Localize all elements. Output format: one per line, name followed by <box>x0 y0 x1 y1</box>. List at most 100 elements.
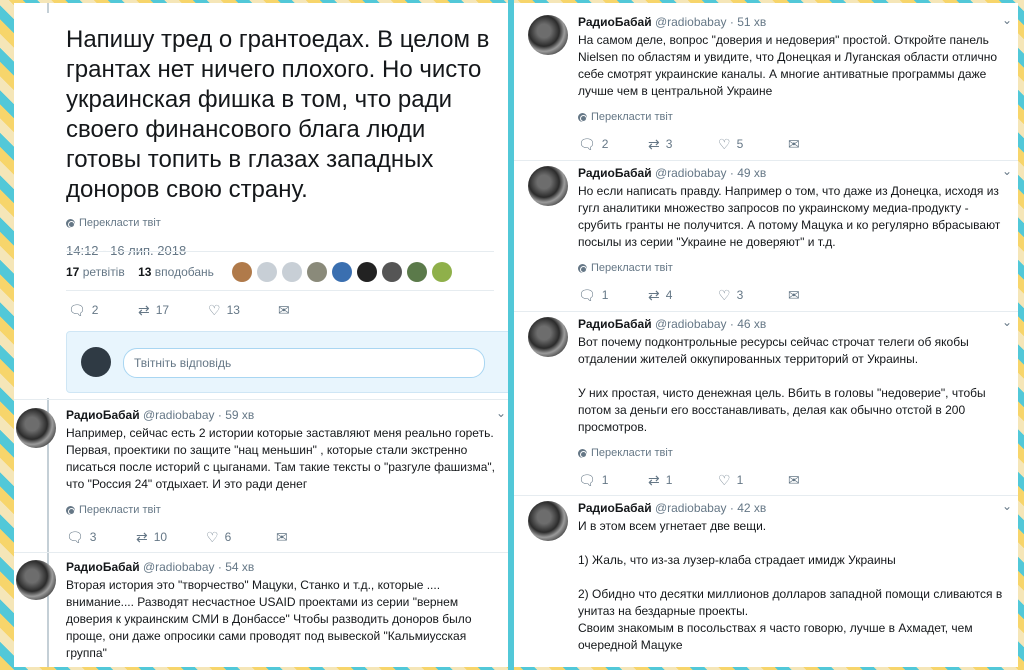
reply-button[interactable]: 🗨 3 <box>66 530 136 544</box>
translate-label: Перекласти твіт <box>79 217 161 229</box>
tweet-text: На самом деле, вопрос "доверия и недовер… <box>578 32 997 100</box>
tweet-line: доверия к украинским СМИ в Донбассе" Что… <box>66 612 472 626</box>
liker-avatar[interactable] <box>281 262 302 282</box>
author-name[interactable]: РадиоБабай <box>66 560 140 574</box>
retweet-count: 17 <box>155 303 170 317</box>
retweets-label[interactable]: ретвітів <box>83 265 125 279</box>
heart-icon: ♡ <box>206 529 219 545</box>
globe-icon <box>578 448 587 458</box>
reply-input[interactable]: Твітніть відповідь <box>123 348 485 378</box>
dm-button[interactable]: ✉ <box>788 288 858 302</box>
like-count: 1 <box>736 473 744 487</box>
dm-button[interactable]: ✉ <box>788 137 858 151</box>
reply-count: 1 <box>601 473 609 487</box>
tweet-line: отдалении жителей оккупированных террито… <box>578 352 919 366</box>
likes-count[interactable]: 13 <box>138 265 151 279</box>
chevron-down-icon[interactable]: ⌄ <box>1002 164 1012 178</box>
tweet-time[interactable]: · 46 хв <box>730 317 766 331</box>
retweet-button[interactable]: ⇄ 4 <box>648 288 718 302</box>
translate-link[interactable]: Перекласти твіт <box>66 217 496 229</box>
translate-link[interactable]: Перекласти твіт <box>578 111 673 123</box>
tweet-header: РадиоБабай @radiobabay · 46 хв <box>578 317 766 331</box>
avatar[interactable] <box>528 166 568 206</box>
like-count: 3 <box>736 288 744 302</box>
author-name[interactable]: РадиоБабай <box>578 15 652 29</box>
retweet-button[interactable]: ⇄ 10 <box>136 530 206 544</box>
like-button[interactable]: ♡ 3 <box>718 288 788 302</box>
tweet-actions: 🗨 2 ⇄ 3 ♡ 5 ✉ <box>578 137 858 151</box>
author-handle[interactable]: @radiobabay <box>655 166 727 180</box>
reply-button[interactable]: 🗨 1 <box>578 473 648 487</box>
dm-button[interactable]: ✉ <box>788 473 858 487</box>
tweet-line: посылы из серии "Украине не доверяют" и … <box>578 235 836 249</box>
tweet-text: Например, сейчас есть 2 истории которые … <box>66 425 495 493</box>
liker-avatar[interactable] <box>356 262 377 282</box>
retweet-icon: ⇄ <box>648 472 660 488</box>
liker-avatar[interactable] <box>406 262 427 282</box>
author-name[interactable]: РадиоБабай <box>578 501 652 515</box>
likes-label[interactable]: вподобань <box>155 265 214 279</box>
avatar[interactable] <box>16 408 56 448</box>
translate-link[interactable]: Перекласти твіт <box>578 262 673 274</box>
reply-count: 3 <box>89 530 97 544</box>
translate-link[interactable]: Перекласти твіт <box>66 504 161 516</box>
chevron-down-icon[interactable]: ⌄ <box>1002 499 1012 513</box>
reply-button[interactable]: 🗨 2 <box>68 303 138 317</box>
avatar[interactable] <box>528 15 568 55</box>
avatar[interactable] <box>528 317 568 357</box>
retweet-count: 4 <box>665 288 673 302</box>
author-handle[interactable]: @radiobabay <box>655 317 727 331</box>
retweet-button[interactable]: ⇄ 3 <box>648 137 718 151</box>
tweet-time[interactable]: · 59 хв <box>218 408 254 422</box>
tweet-time[interactable]: · 49 хв <box>730 166 766 180</box>
main-tweet: Напишу тред о грантоедах. В целом в гран… <box>66 25 496 258</box>
author-handle[interactable]: @radiobabay <box>655 501 727 515</box>
translate-label: Перекласти твіт <box>79 504 161 516</box>
tweet-text: Вторая история это "творчество" Мацуки, … <box>66 577 472 662</box>
liker-avatar[interactable] <box>256 262 277 282</box>
liker-avatar[interactable] <box>431 262 452 282</box>
translate-label: Перекласти твіт <box>591 262 673 274</box>
avatar[interactable] <box>16 560 56 600</box>
liker-avatar[interactable] <box>231 262 252 282</box>
tweet-line: Но если написать правду. Например о том,… <box>578 184 999 198</box>
like-button[interactable]: ♡ 13 <box>208 303 278 317</box>
avatar[interactable] <box>528 501 568 541</box>
author-name[interactable]: РадиоБабай <box>578 166 652 180</box>
retweet-button[interactable]: ⇄ 1 <box>648 473 718 487</box>
author-name[interactable]: РадиоБабай <box>578 317 652 331</box>
translate-link[interactable]: Перекласти твіт <box>578 447 673 459</box>
tweet-line: просмотров. <box>578 420 648 434</box>
retweets-count[interactable]: 17 <box>66 265 79 279</box>
tweet-time[interactable]: · 54 хв <box>218 560 254 574</box>
tweet-header: РадиоБабай @radiobabay · 49 хв <box>578 166 766 180</box>
chevron-down-icon[interactable]: ⌄ <box>1002 315 1012 329</box>
liker-avatar[interactable] <box>306 262 327 282</box>
author-handle[interactable]: @radiobabay <box>655 15 727 29</box>
chevron-down-icon[interactable]: ⌄ <box>1002 13 1012 27</box>
tweet-time[interactable]: · 42 хв <box>730 501 766 515</box>
liker-avatar[interactable] <box>381 262 402 282</box>
dm-button[interactable]: ✉ <box>278 303 348 317</box>
chevron-down-icon[interactable]: ⌄ <box>496 406 506 420</box>
liker-avatar[interactable] <box>331 262 352 282</box>
dm-button[interactable]: ✉ <box>276 530 346 544</box>
tweet-line: проще, они даже опросики сами проводят п… <box>66 629 467 643</box>
heart-icon: ♡ <box>718 287 731 303</box>
author-handle[interactable]: @radiobabay <box>143 560 215 574</box>
main-tweet-text: Напишу тред о грантоедах. В целом в гран… <box>66 26 490 203</box>
envelope-icon: ✉ <box>276 529 288 545</box>
like-button[interactable]: ♡ 5 <box>718 137 788 151</box>
reply-button[interactable]: 🗨 2 <box>578 137 648 151</box>
retweet-button[interactable]: ⇄ 17 <box>138 303 208 317</box>
tweet-line: очередной Мацуке <box>578 638 683 652</box>
retweet-count: 1 <box>665 473 673 487</box>
reply-button[interactable]: 🗨 1 <box>578 288 648 302</box>
like-button[interactable]: ♡ 1 <box>718 473 788 487</box>
like-button[interactable]: ♡ 6 <box>206 530 276 544</box>
translate-label: Перекласти твіт <box>591 111 673 123</box>
author-name[interactable]: РадиоБабай <box>66 408 140 422</box>
tweet-time[interactable]: · 51 хв <box>730 15 766 29</box>
author-handle[interactable]: @radiobabay <box>143 408 215 422</box>
like-count: 5 <box>736 137 744 151</box>
